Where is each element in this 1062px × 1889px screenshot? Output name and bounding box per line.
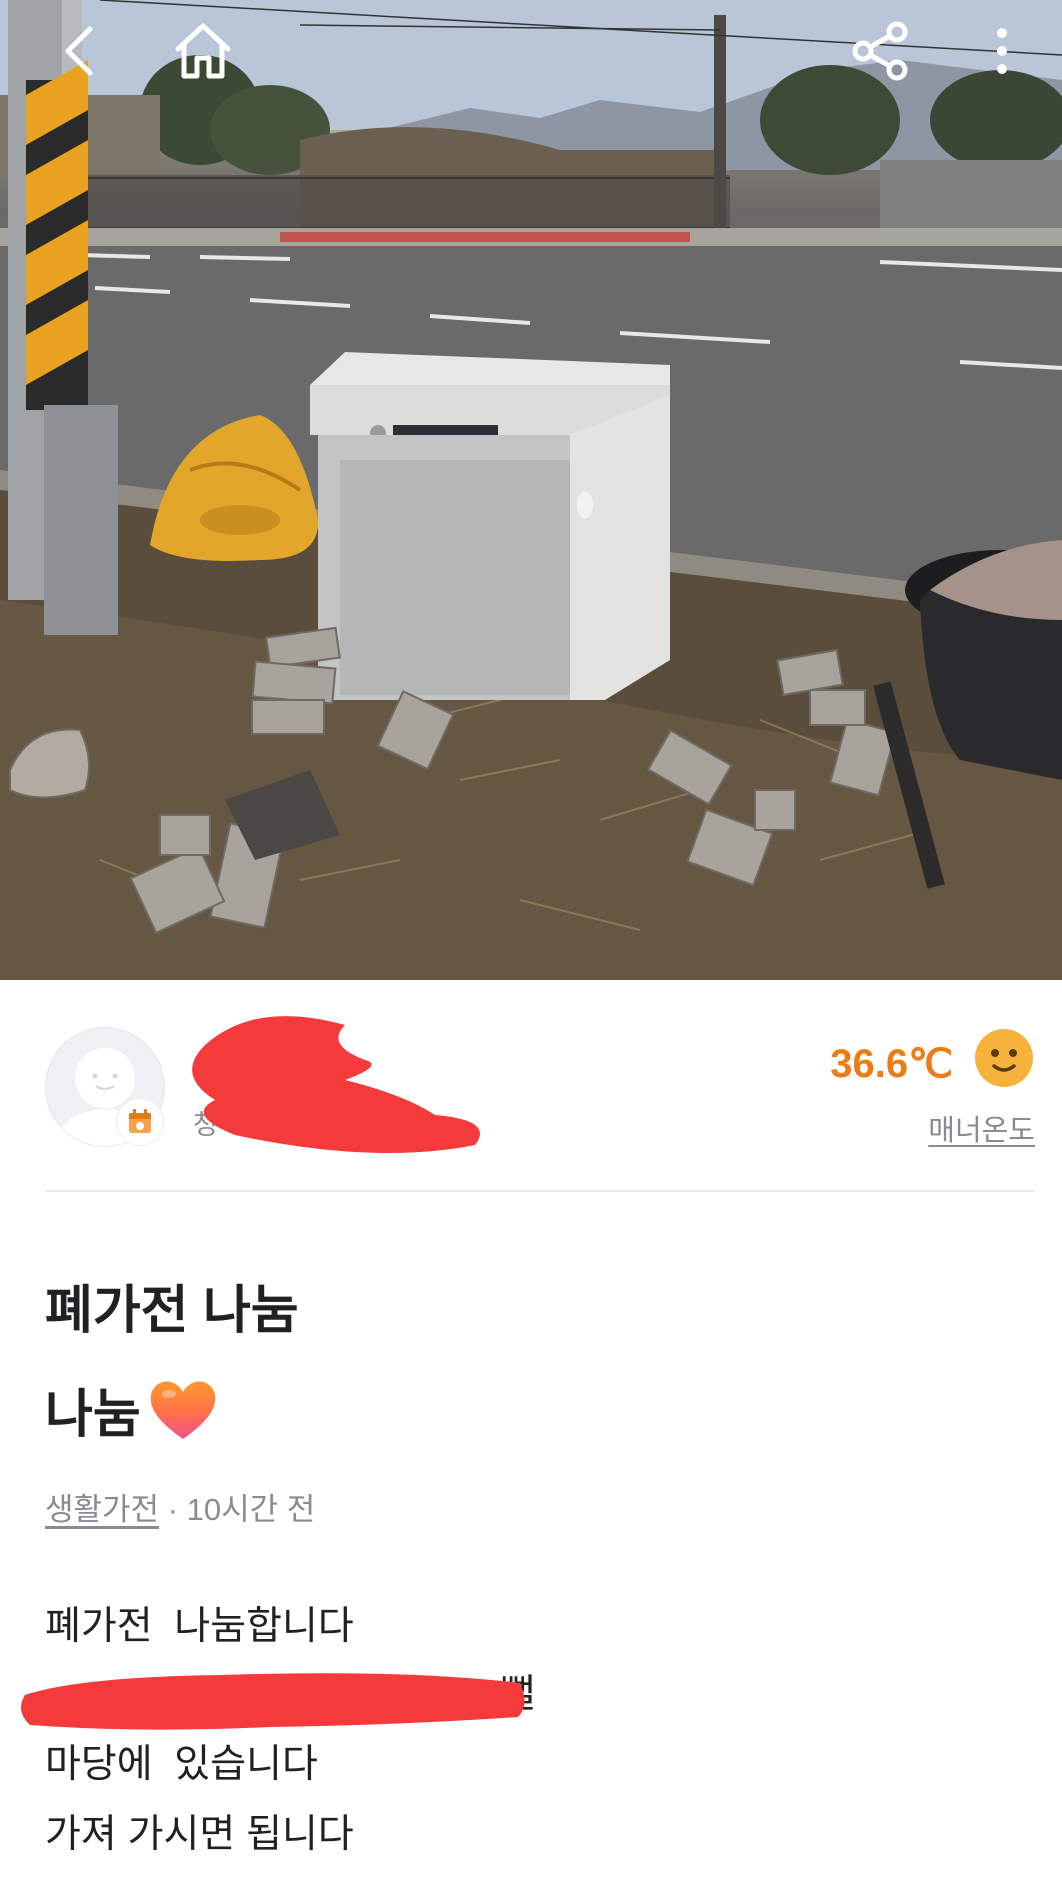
post-meta: 생활가전 · 10시간 전 bbox=[45, 1484, 315, 1529]
post-subtitle-text: 나눔 bbox=[45, 1386, 141, 1444]
body-line-3: 마당에 있습니다 bbox=[45, 1743, 318, 1786]
manner-temperature[interactable]: 36.6℃ 매너온도 bbox=[755, 1025, 1035, 1147]
manner-temperature-label[interactable]: 매너온도 bbox=[928, 1107, 1035, 1149]
calendar-badge-icon bbox=[129, 1109, 151, 1133]
more-button[interactable] bbox=[982, 18, 1022, 84]
body-line-4: 가져 가시면 됩니다 bbox=[45, 1813, 354, 1856]
share-button[interactable] bbox=[848, 18, 914, 84]
chevron-left-icon bbox=[65, 26, 93, 76]
post-subtitle: 나눔 bbox=[45, 1372, 219, 1447]
listing-photo[interactable] bbox=[0, 0, 1062, 980]
more-vertical-icon bbox=[997, 28, 1007, 74]
post-time: · 10시간 전 bbox=[159, 1492, 316, 1527]
photo-scene bbox=[0, 0, 1062, 980]
smiley-face-icon bbox=[975, 1029, 1033, 1087]
category-link[interactable]: 생활가전 bbox=[45, 1492, 159, 1527]
redaction-mark bbox=[192, 1016, 480, 1153]
home-icon bbox=[175, 23, 231, 79]
body-line-1: 폐가전 나눔합니다 bbox=[45, 1605, 354, 1648]
seller-profile[interactable]: 청 36.6℃ 매너온도 bbox=[45, 1016, 1035, 1155]
home-button[interactable] bbox=[170, 18, 236, 84]
profile-divider bbox=[45, 1190, 1035, 1192]
back-button[interactable] bbox=[52, 18, 108, 84]
temperature-value: 36.6℃ bbox=[830, 1042, 953, 1086]
body-redaction-mark bbox=[21, 1673, 525, 1730]
post-title: 폐가전 나눔 bbox=[45, 1282, 299, 1340]
calendar-badge bbox=[117, 1099, 163, 1145]
orange-heart-icon bbox=[150, 1380, 215, 1439]
share-icon bbox=[852, 21, 908, 81]
